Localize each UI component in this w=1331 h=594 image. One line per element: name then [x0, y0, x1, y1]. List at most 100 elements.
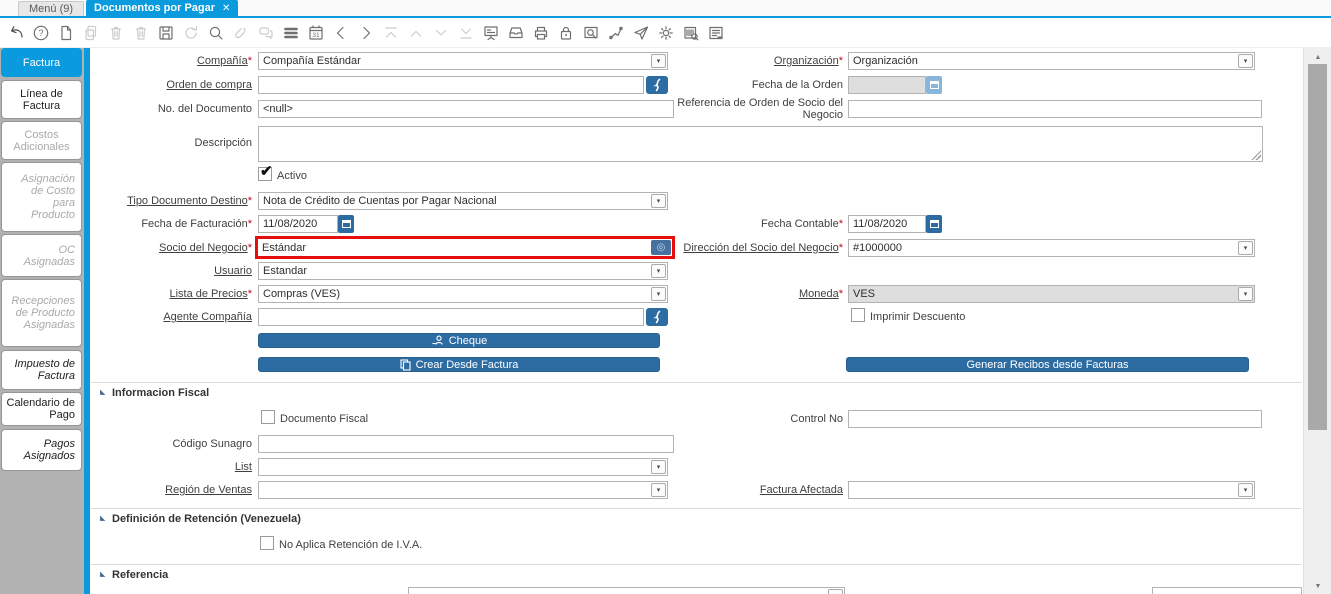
no-aplica-iva-checkbox[interactable] — [260, 536, 274, 550]
tab-documentos-por-pagar[interactable]: Documentos por Pagar ✕ — [86, 0, 238, 16]
compania-label[interactable]: Compañía* — [60, 55, 252, 67]
agente-compania-label[interactable]: Agente Compañía — [60, 311, 252, 323]
last-record-icon — [457, 24, 475, 42]
factura-afectada-select[interactable]: ▾ — [848, 481, 1255, 499]
new-record-icon[interactable] — [57, 24, 75, 42]
collapse-triangle-icon[interactable]: ◣ — [100, 570, 105, 578]
grid-toggle-icon[interactable] — [282, 24, 300, 42]
imprimir-descuento-checkbox[interactable] — [851, 308, 865, 322]
report-icon[interactable] — [482, 24, 500, 42]
sidebar-tab-calendario-de-pago[interactable]: Calendario de Pago — [1, 392, 82, 426]
svg-text:31: 31 — [312, 32, 320, 39]
request-icon[interactable] — [632, 24, 650, 42]
chevron-down-icon[interactable]: ▾ — [651, 194, 666, 208]
agente-compania-input[interactable] — [258, 308, 644, 326]
organizacion-label[interactable]: Organización* — [560, 55, 843, 67]
codigo-sunagro-input[interactable] — [258, 435, 674, 453]
referencia-partial-field-right[interactable] — [1152, 587, 1302, 594]
refresh-icon — [182, 24, 200, 42]
section-divider — [91, 564, 1302, 565]
cheque-button[interactable]: Cheque — [258, 333, 660, 348]
zoom-across-icon[interactable] — [582, 24, 600, 42]
no-documento-label: No. del Documento — [60, 103, 252, 115]
window-tabstrip: Menú (9) Documentos por Pagar ✕ — [0, 0, 1331, 16]
referencia-header[interactable]: Referencia — [112, 569, 168, 581]
tipo-documento-label[interactable]: Tipo Documento Destino* — [60, 195, 252, 207]
socio-negocio-label[interactable]: Socio del Negocio* — [60, 242, 252, 254]
informacion-fiscal-header[interactable]: Informacion Fiscal — [112, 387, 209, 399]
orden-compra-label[interactable]: Orden de compra — [60, 79, 252, 91]
print-icon[interactable] — [532, 24, 550, 42]
lock-icon[interactable] — [557, 24, 575, 42]
list-label[interactable]: List — [60, 461, 252, 473]
cheque-icon — [431, 335, 444, 346]
previous-record-icon[interactable] — [332, 24, 350, 42]
lista-precios-label[interactable]: Lista de Precios* — [60, 288, 252, 300]
no-documento-input[interactable]: <null> — [258, 100, 674, 118]
archive-icon[interactable] — [507, 24, 525, 42]
undo-icon[interactable] — [7, 24, 25, 42]
tab-menu[interactable]: Menú (9) — [18, 1, 84, 16]
preferences-icon[interactable] — [657, 24, 675, 42]
scroll-down-icon[interactable]: ▼ — [1304, 583, 1331, 590]
app-window: Menú (9) Documentos por Pagar ✕ ? 31 Fact… — [0, 0, 1331, 594]
section-divider — [91, 382, 1302, 383]
chevron-down-icon[interactable]: ▾ — [1238, 54, 1253, 68]
parent-record-icon — [407, 24, 425, 42]
referencia-partial-field-left[interactable] — [408, 587, 845, 594]
history-icon[interactable]: 31 — [307, 24, 325, 42]
codigo-sunagro-label: Código Sunagro — [60, 438, 252, 450]
fecha-facturacion-calendar-icon[interactable] — [338, 215, 354, 233]
product-info-icon[interactable] — [682, 24, 700, 42]
definicion-retencion-header[interactable]: Definición de Retención (Venezuela) — [112, 513, 301, 525]
fecha-facturacion-label: Fecha de Facturación* — [60, 218, 252, 230]
next-record-icon[interactable] — [357, 24, 375, 42]
direccion-socio-label[interactable]: Dirección del Socio del Negocio* — [560, 242, 843, 254]
fecha-orden-calendar-icon — [926, 76, 942, 94]
fecha-contable-calendar-icon[interactable] — [926, 215, 942, 233]
collapse-triangle-icon[interactable]: ◣ — [100, 388, 105, 396]
organizacion-select[interactable]: Organización▾ — [848, 52, 1255, 70]
collapse-triangle-icon[interactable]: ◣ — [100, 514, 105, 522]
attachment-icon — [232, 24, 250, 42]
referencia-orden-input[interactable] — [848, 100, 1262, 118]
activo-label: Activo — [277, 170, 307, 182]
chevron-down-icon[interactable]: ▾ — [651, 460, 666, 474]
chevron-down-icon[interactable]: ▾ — [651, 264, 666, 278]
scrollbar-thumb[interactable] — [1308, 64, 1327, 430]
sidebar-tab-impuesto-de-factura[interactable]: Impuesto de Factura — [1, 350, 82, 390]
fecha-orden-input — [848, 76, 926, 94]
tipo-documento-select[interactable]: Nota de Crédito de Cuentas por Pagar Nac… — [258, 192, 668, 210]
moneda-label[interactable]: Moneda* — [560, 288, 843, 300]
chevron-down-icon[interactable]: ▾ — [1238, 483, 1253, 497]
first-record-icon — [382, 24, 400, 42]
workflow-icon[interactable] — [607, 24, 625, 42]
descripcion-textarea[interactable] — [258, 126, 1263, 162]
documento-fiscal-checkbox[interactable] — [261, 410, 275, 424]
direccion-socio-select[interactable]: #1000000▾ — [848, 239, 1255, 257]
activo-checkbox[interactable]: ✔ — [258, 167, 272, 181]
agente-compania-lookup-button[interactable] — [646, 308, 668, 326]
descripcion-label: Descripción — [60, 137, 252, 149]
close-tab-icon[interactable]: ✕ — [222, 3, 230, 14]
chevron-down-icon[interactable] — [828, 589, 843, 594]
crear-desde-factura-button[interactable]: Crear Desde Factura — [258, 357, 660, 372]
save-icon[interactable] — [157, 24, 175, 42]
generar-recibos-button[interactable]: Generar Recibos desde Facturas — [846, 357, 1249, 372]
vertical-scrollbar[interactable]: ▲ ▼ — [1303, 48, 1331, 594]
scroll-up-icon[interactable]: ▲ — [1304, 54, 1331, 61]
usuario-label[interactable]: Usuario — [60, 265, 252, 277]
chevron-down-icon[interactable]: ▾ — [1238, 241, 1253, 255]
help-icon[interactable]: ? — [32, 24, 50, 42]
section-divider — [91, 508, 1302, 509]
fecha-contable-input[interactable]: 11/08/2020 — [848, 215, 926, 233]
region-ventas-label[interactable]: Región de Ventas — [60, 484, 252, 496]
no-aplica-iva-label: No Aplica Retención de I.V.A. — [279, 539, 422, 551]
fecha-facturacion-input[interactable]: 11/08/2020 — [258, 215, 338, 233]
usuario-select[interactable]: Estandar▾ — [258, 262, 668, 280]
factura-afectada-label[interactable]: Factura Afectada — [560, 484, 843, 496]
control-no-input[interactable] — [848, 410, 1262, 428]
list-select[interactable]: ▾ — [258, 458, 668, 476]
find-icon[interactable] — [207, 24, 225, 42]
report-window-icon[interactable] — [707, 24, 725, 42]
